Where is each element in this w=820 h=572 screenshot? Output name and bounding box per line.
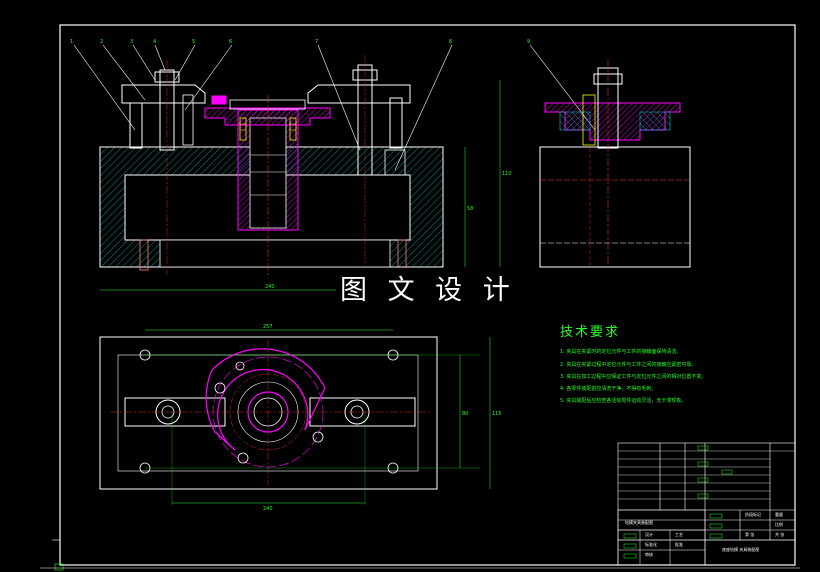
tb-cell-standard: 标准化	[645, 541, 657, 547]
parts-list-grid	[618, 450, 795, 500]
tb-cell-weight: 重量	[775, 511, 783, 517]
dim-side-height-text: 115	[492, 411, 502, 417]
tech-note-4: 4. 各零件装配前应清洗干净，不得有毛刺。	[560, 386, 657, 392]
part-label-7: 7	[315, 39, 318, 45]
dim-top-width-text: 257	[263, 324, 273, 330]
part-label-6: 6	[229, 39, 232, 45]
tb-cell-total: 共 张	[775, 531, 784, 537]
plate-hole-2	[237, 452, 249, 464]
tb-cell-design: 设计	[645, 531, 653, 537]
left-clamp-plate	[121, 84, 206, 104]
part-balloons: 1 2 3 4 5 6 7 8 9	[70, 39, 530, 45]
part-label-1: 1	[70, 39, 73, 45]
dim-bottom-width-text: 240	[263, 506, 273, 512]
tb-cell-scale: 比例	[775, 521, 783, 527]
dim-side-inner-text: 80	[462, 411, 468, 417]
base-foot-gap	[159, 239, 391, 268]
tb-cell-review: 审核	[645, 551, 653, 557]
plate-hole-1	[214, 382, 226, 394]
tech-note-1: 1. 夹具在夹紧时的定位元件与工件的接触面保持清洁。	[560, 349, 682, 355]
side-base	[539, 146, 691, 268]
part-label-2: 2	[100, 39, 103, 45]
tb-cell-approve: 批准	[675, 541, 683, 547]
tb-drawing-name: 底座钻模 夹具装配图	[722, 546, 759, 552]
small-washer	[211, 95, 227, 105]
tb-cell-stage: 阶段标记	[745, 511, 761, 517]
dim-width-text: 240	[265, 284, 275, 290]
dim-height-text: 110	[502, 171, 512, 177]
dim-inner-text: 58	[467, 206, 473, 212]
tb-cell-sheet: 第 张	[745, 531, 754, 537]
top-base-plate	[99, 336, 438, 490]
front-section-view: 240 110 58	[99, 55, 512, 291]
tech-note-5: 5. 夹具装配后应检查各活动零件运动灵活，无卡滞现象。	[560, 398, 687, 404]
part-label-3: 3	[130, 39, 133, 45]
part-label-4: 4	[153, 39, 156, 45]
drill-plate	[205, 348, 326, 451]
side-view	[539, 60, 691, 270]
tb-cell-process: 工艺	[675, 532, 683, 537]
plate-hole-3	[312, 431, 324, 443]
bushing-flange	[204, 107, 331, 126]
technical-requirements-title: 技术要求	[560, 325, 621, 340]
right-support	[389, 97, 403, 149]
part-label-5: 5	[192, 39, 195, 45]
title-block-left	[617, 509, 706, 566]
tb-left-caption: 钻模夹具装配图	[625, 519, 653, 525]
plate-hole-4	[235, 361, 245, 371]
part-label-8: 8	[449, 39, 452, 45]
part-label-9: 9	[527, 39, 530, 45]
right-clamp-plate	[307, 84, 411, 104]
tech-note-3: 3. 夹具在加工过程中应保证工件与定位元件之间的相对位置不变。	[560, 374, 707, 380]
top-view: 257 240 115 80	[99, 324, 502, 512]
tech-note-2: 2. 夹具在夹紧过程中定位元件与工件之间的接触应紧密可靠。	[560, 362, 697, 368]
watermark-text: 图 文 设 计	[336, 268, 520, 307]
